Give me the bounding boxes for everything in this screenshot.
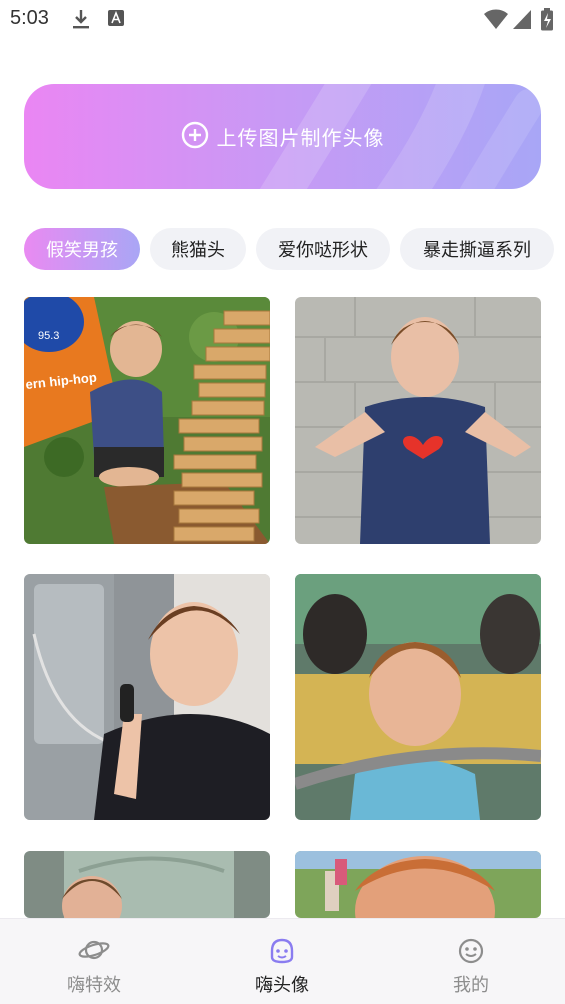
nav-item-effects[interactable]: 嗨特效 <box>0 919 188 1004</box>
upload-label: 上传图片制作头像 <box>216 126 385 150</box>
planet-icon <box>78 937 110 967</box>
banner-text-number: 95.3 <box>38 330 59 342</box>
nav-label: 我的 <box>453 975 489 996</box>
tab-label: 暴走撕逼系列 <box>423 240 531 261</box>
avatar-template-2[interactable] <box>295 297 541 544</box>
tab-label: 爱你哒形状 <box>278 240 368 261</box>
font-icon <box>107 8 125 32</box>
plus-circle-icon <box>181 121 209 153</box>
battery-charging-icon <box>540 8 554 36</box>
tab-label: 熊猫头 <box>171 240 225 261</box>
upload-image-button[interactable]: 上传图片制作头像 <box>24 84 541 189</box>
avatar-template-3[interactable] <box>24 574 270 820</box>
status-bar: 5:03 <box>0 0 565 40</box>
face-avatar-icon <box>268 937 296 969</box>
nav-item-avatar[interactable]: 嗨头像 <box>188 919 376 1004</box>
wifi-icon <box>483 8 509 34</box>
nav-label: 嗨头像 <box>255 975 309 996</box>
bottom-nav: 嗨特效 嗨头像 我的 <box>0 918 565 1004</box>
tab-love-shape[interactable]: 爱你哒形状 <box>256 228 390 270</box>
tab-label: 假笑男孩 <box>46 240 118 261</box>
smiley-icon <box>457 937 485 969</box>
download-icon <box>72 8 90 34</box>
tab-panda-head[interactable]: 熊猫头 <box>150 228 246 270</box>
status-time: 5:03 <box>10 7 49 29</box>
signal-icon <box>512 8 532 34</box>
avatar-template-5[interactable] <box>24 851 270 918</box>
nav-item-mine[interactable]: 我的 <box>377 919 565 1004</box>
nav-label: 嗨特效 <box>67 975 121 996</box>
avatar-template-1[interactable]: 95.3 ern hip-hop <box>24 297 270 544</box>
avatar-template-6[interactable] <box>295 851 541 918</box>
category-tabs: 假笑男孩 熊猫头 爱你哒形状 暴走撕逼系列 <box>24 228 565 270</box>
avatar-template-4[interactable] <box>295 574 541 820</box>
tab-fake-smile-boy[interactable]: 假笑男孩 <box>24 228 140 270</box>
tab-rage-series[interactable]: 暴走撕逼系列 <box>400 228 554 270</box>
